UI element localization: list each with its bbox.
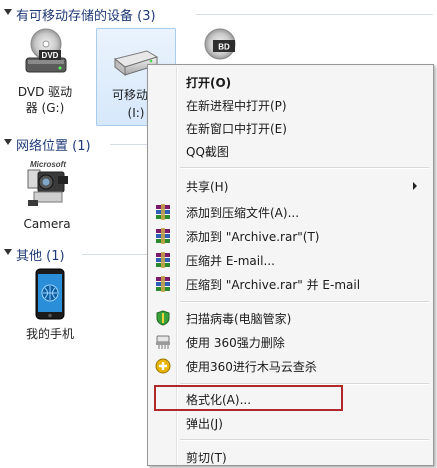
menu-item-label: 扫描病毒(电脑管家) bbox=[186, 312, 292, 326]
group-divider bbox=[196, 14, 433, 15]
dvd-badge: DVD bbox=[42, 51, 59, 60]
menu-item-open-new-process[interactable]: 在新进程中打开(P) bbox=[150, 94, 431, 116]
menu-item-label: 添加到 "Archive.rar"(T) bbox=[186, 230, 320, 244]
group-divider bbox=[110, 144, 147, 145]
bd-drive[interactable]: BD bbox=[190, 26, 250, 66]
bd-badge: BD bbox=[218, 43, 230, 52]
menu-item-compress-email[interactable]: 压缩并 E-mail... bbox=[150, 249, 431, 271]
group-title: 其他 (1) bbox=[16, 249, 65, 264]
menu-item-compress-rar-email[interactable]: 压缩到 "Archive.rar" 并 E-mail bbox=[150, 273, 431, 295]
bd-drive-icon: BD bbox=[204, 28, 236, 60]
group-title: 网络位置 (1) bbox=[16, 139, 91, 154]
menu-item-eject[interactable]: 弹出(J) bbox=[150, 412, 431, 434]
format-highlight-annotation bbox=[154, 385, 343, 411]
winrar-icon bbox=[156, 252, 170, 268]
menu-item-label: 使用 360强力删除 bbox=[186, 336, 285, 350]
winrar-icon bbox=[156, 276, 170, 292]
plus-icon bbox=[155, 358, 171, 374]
collapse-arrow-icon[interactable] bbox=[4, 9, 12, 15]
menu-item-virus-scan[interactable]: 扫描病毒(电脑管家) bbox=[150, 307, 431, 329]
menu-separator bbox=[180, 167, 429, 169]
submenu-arrow-icon bbox=[413, 182, 417, 190]
menu-item-add-to-archive[interactable]: 添加到压缩文件(A)... bbox=[150, 201, 431, 223]
menu-item-open-new-window[interactable]: 在新窗口中打开(E) bbox=[150, 117, 431, 139]
shredder-icon bbox=[156, 335, 170, 349]
winrar-icon bbox=[156, 204, 170, 220]
menu-item-label: 在新窗口中打开(E) bbox=[186, 122, 287, 136]
menu-separator bbox=[180, 439, 429, 441]
shield-icon bbox=[156, 310, 170, 326]
device-label: 器 (G:) bbox=[25, 101, 65, 115]
menu-item-add-to-archive-rar[interactable]: 添加到 "Archive.rar"(T) bbox=[150, 225, 431, 247]
group-title: 有可移动存储的设备 (3) bbox=[16, 9, 156, 24]
menu-item-label: 压缩到 "Archive.rar" 并 E-mail bbox=[186, 278, 361, 292]
menu-item-cut[interactable]: 剪切(T) bbox=[150, 446, 431, 468]
menu-item-label: 使用360进行木马云查杀 bbox=[186, 360, 317, 374]
menu-item-360-force-delete[interactable]: 使用 360强力删除 bbox=[150, 331, 431, 353]
group-header-removable[interactable]: 有可移动存储的设备 (3) bbox=[0, 4, 437, 24]
menu-item-label: 剪切(T) bbox=[186, 451, 227, 465]
menu-item-open[interactable]: 打开(O) bbox=[150, 71, 431, 93]
phone-device[interactable]: 我的手机 bbox=[14, 266, 86, 346]
collapse-arrow-icon[interactable] bbox=[4, 249, 12, 255]
dvd-drive-icon: DVD bbox=[25, 28, 67, 73]
menu-item-label: QQ截图 bbox=[186, 145, 229, 159]
device-label: 我的手机 bbox=[25, 327, 74, 341]
group-divider bbox=[82, 254, 147, 255]
menu-item-label: 共享(H) bbox=[186, 180, 229, 194]
menu-item-label: 弹出(J) bbox=[186, 417, 223, 431]
device-label: Camera bbox=[23, 217, 71, 231]
winrar-icon bbox=[156, 228, 170, 244]
camera-device[interactable]: Microsoft Camera bbox=[14, 156, 80, 236]
menu-item-label: 添加到压缩文件(A)... bbox=[186, 206, 300, 220]
collapse-arrow-icon[interactable] bbox=[4, 139, 12, 145]
menu-item-qq-screenshot[interactable]: QQ截图 bbox=[150, 140, 431, 162]
camera-brand: Microsoft bbox=[30, 160, 66, 169]
phone-icon bbox=[35, 268, 65, 320]
menu-item-360-trojan-scan[interactable]: 使用360进行木马云查杀 bbox=[150, 355, 431, 377]
menu-item-label: 打开(O) bbox=[186, 76, 232, 90]
menu-item-share[interactable]: 共享(H) bbox=[150, 175, 431, 197]
dvd-drive[interactable]: DVD DVD 驱动 器 (G:) bbox=[10, 26, 80, 122]
menu-item-label: 压缩并 E-mail... bbox=[186, 254, 275, 268]
camera-icon: Microsoft bbox=[27, 160, 68, 206]
device-label: DVD 驱动 bbox=[17, 85, 73, 99]
menu-separator bbox=[180, 301, 429, 303]
menu-item-label: 在新进程中打开(P) bbox=[186, 99, 287, 113]
